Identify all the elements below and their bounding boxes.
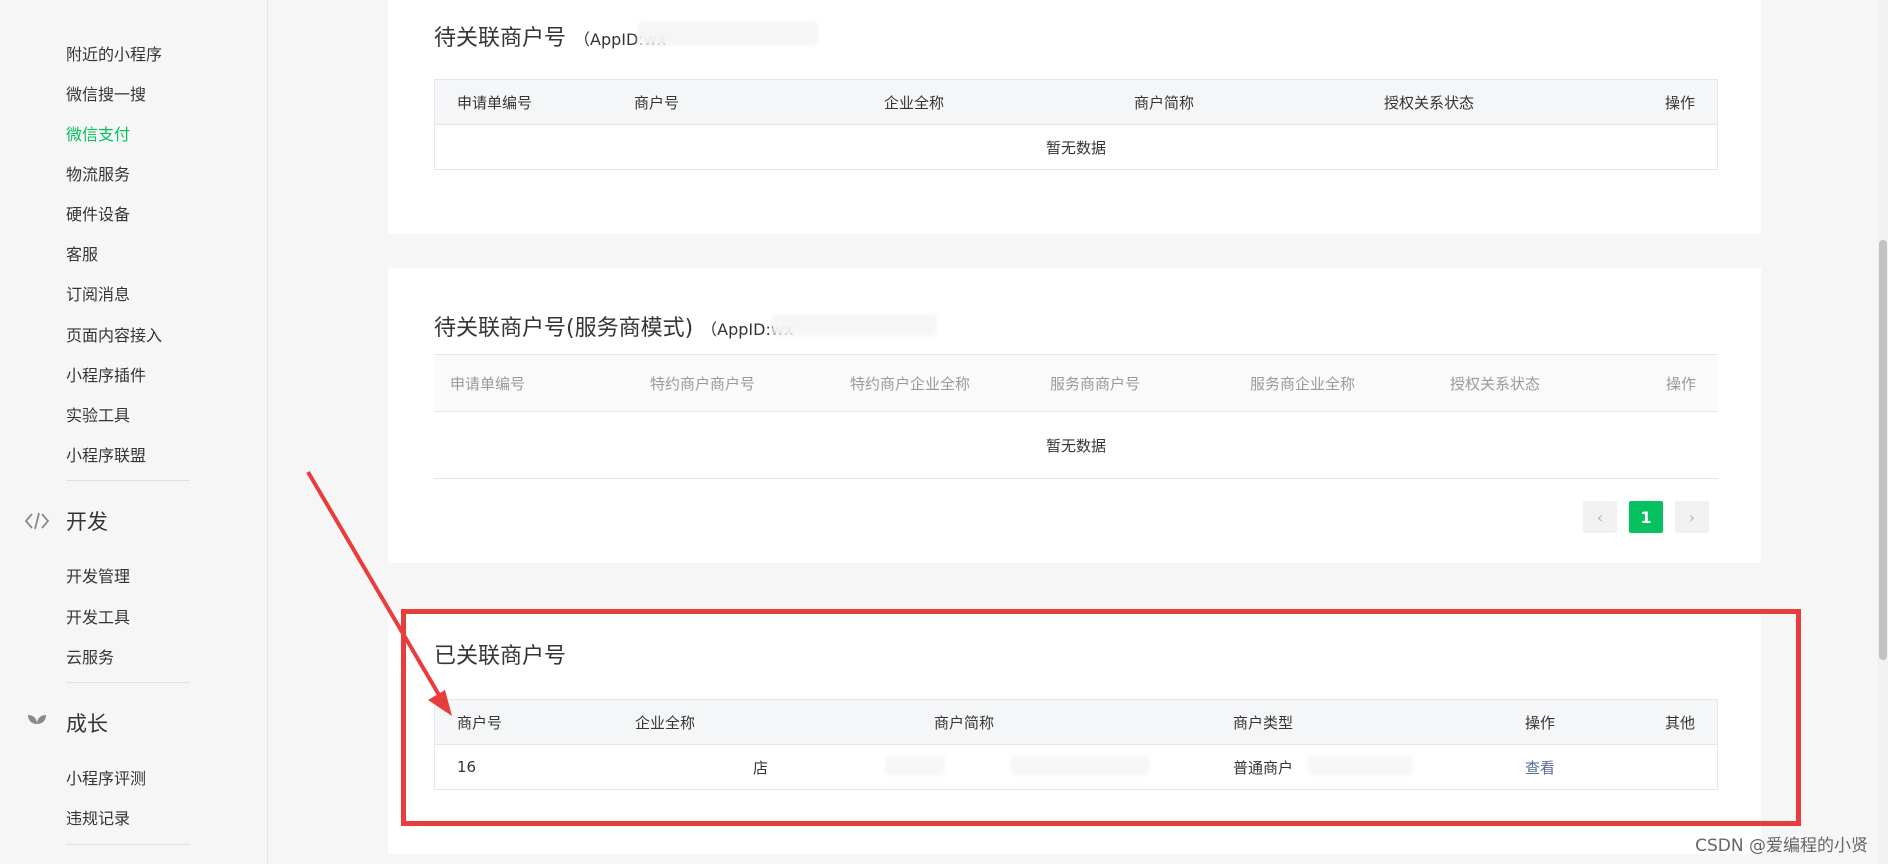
scrollbar[interactable] bbox=[1878, 0, 1888, 864]
scrollbar-thumb[interactable] bbox=[1879, 240, 1887, 660]
annotation-arrow bbox=[306, 470, 452, 716]
watermark: CSDN @爱编程的小贤 bbox=[1695, 836, 1868, 856]
